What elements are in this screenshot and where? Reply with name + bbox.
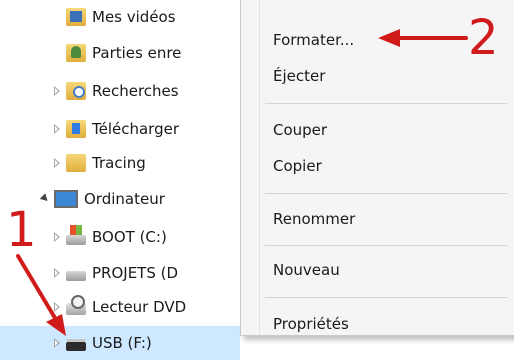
- menu-item-format[interactable]: Formater...: [273, 26, 354, 54]
- video-folder-icon: [66, 8, 86, 26]
- menu-item-properties[interactable]: Propriétés: [273, 310, 349, 338]
- tree-item-label: Tracing: [92, 154, 146, 172]
- tree-item-label: Télécharger: [92, 120, 180, 138]
- tree-item-label: Recherches: [92, 82, 179, 100]
- tree-item-shared[interactable]: Parties enre: [0, 36, 240, 70]
- tree-item-dvd-drive[interactable]: Lecteur DVD: [0, 290, 240, 324]
- tree-item-label: Mes vidéos: [92, 8, 176, 26]
- hard-drive-icon: [66, 271, 86, 281]
- menu-item-rename[interactable]: Renommer: [273, 205, 355, 233]
- expand-arrow-icon[interactable]: [52, 85, 62, 97]
- tree-item-downloads[interactable]: Télécharger: [0, 112, 240, 146]
- expand-arrow-icon[interactable]: [52, 301, 62, 313]
- downloads-folder-icon: [66, 120, 86, 138]
- annotation-marker-1: 1: [6, 202, 37, 258]
- menu-gutter: [259, 0, 260, 335]
- shared-folder-icon: [66, 44, 86, 62]
- tree-item-searches[interactable]: Recherches: [0, 74, 240, 108]
- menu-item-eject[interactable]: Éjecter: [273, 62, 325, 90]
- menu-item-cut[interactable]: Couper: [273, 116, 327, 144]
- expand-arrow-icon[interactable]: [52, 337, 62, 349]
- expand-arrow-icon[interactable]: [52, 123, 62, 135]
- expand-arrow-icon[interactable]: [52, 231, 62, 243]
- tree-item-tracing[interactable]: Tracing: [0, 146, 240, 180]
- navigation-tree: Mes vidéos Parties enre Recherches Téléc…: [0, 0, 240, 360]
- search-folder-icon: [66, 82, 86, 100]
- tree-item-projets-drive[interactable]: PROJETS (D: [0, 256, 240, 290]
- tree-item-videos[interactable]: Mes vidéos: [0, 0, 240, 34]
- tree-item-label: Ordinateur: [84, 190, 165, 208]
- windows-drive-icon: [66, 225, 86, 245]
- menu-separator: [265, 245, 507, 246]
- menu-separator: [265, 297, 507, 298]
- tree-item-usb-drive[interactable]: USB (F:): [0, 326, 240, 360]
- menu-item-new[interactable]: Nouveau: [273, 256, 340, 284]
- tree-item-label: BOOT (C:): [92, 228, 167, 246]
- tree-item-label: USB (F:): [92, 334, 152, 352]
- collapse-arrow-icon[interactable]: [40, 193, 50, 205]
- menu-item-copy[interactable]: Copier: [273, 152, 322, 180]
- folder-icon: [66, 154, 86, 172]
- usb-drive-icon: [66, 338, 86, 351]
- expand-arrow-icon[interactable]: [52, 157, 62, 169]
- computer-icon: [54, 190, 78, 208]
- menu-separator: [265, 103, 507, 104]
- expand-arrow-icon[interactable]: [52, 267, 62, 279]
- tree-item-label: Parties enre: [92, 44, 182, 62]
- tree-item-label: Lecteur DVD: [92, 298, 187, 316]
- menu-separator: [265, 193, 507, 194]
- tree-item-label: PROJETS (D: [92, 264, 179, 282]
- dvd-drive-icon: [66, 295, 86, 315]
- annotation-marker-2: 2: [468, 10, 499, 66]
